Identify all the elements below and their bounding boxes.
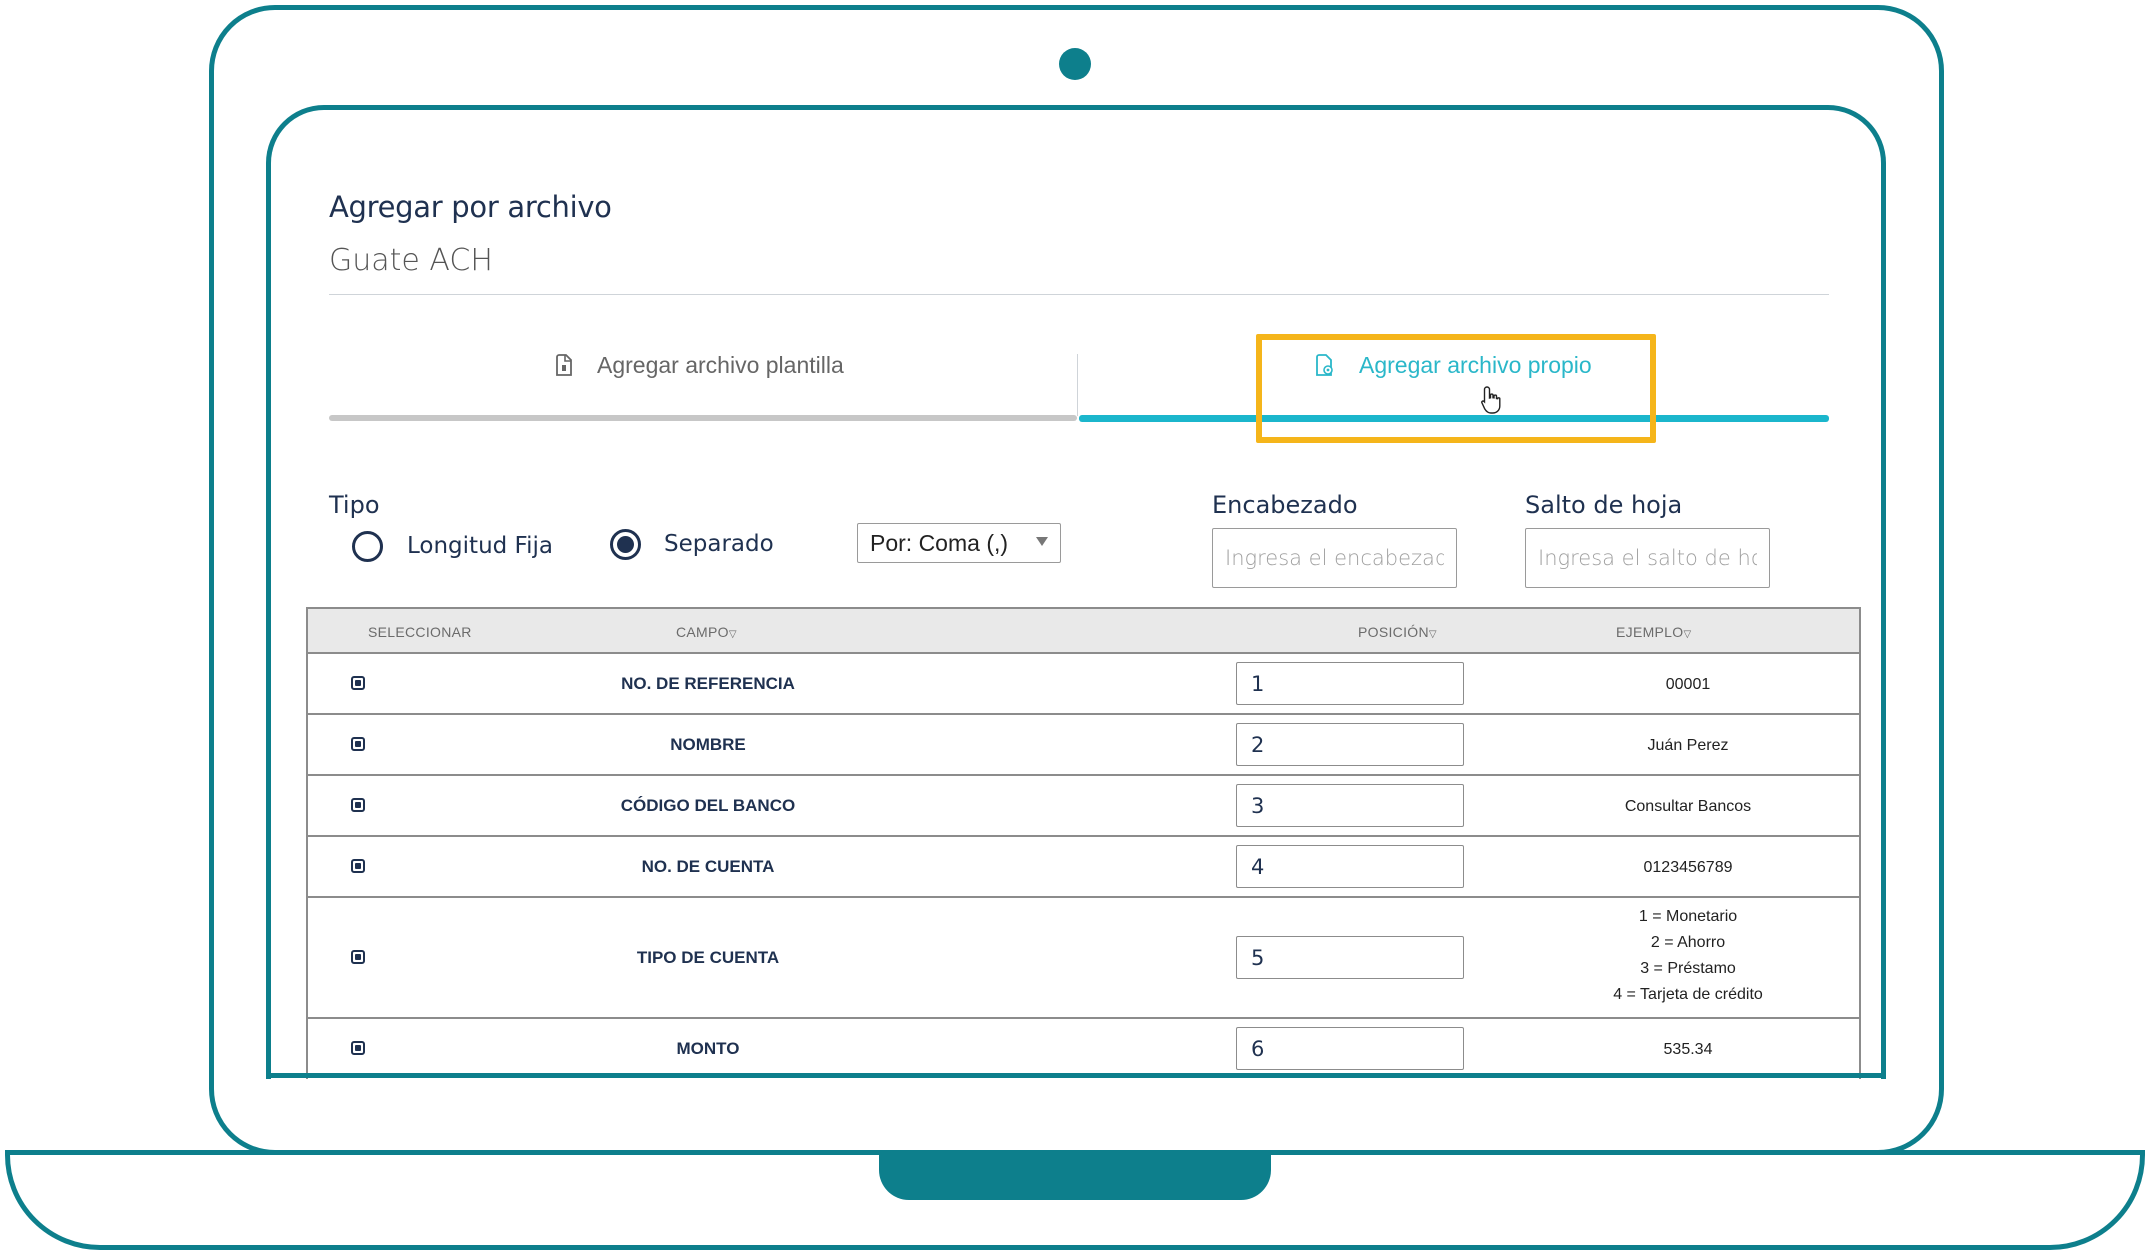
position-input[interactable] — [1236, 845, 1464, 888]
radio-separado-label: Separado — [664, 531, 774, 557]
title-divider — [329, 294, 1829, 295]
row-checkbox[interactable] — [351, 950, 365, 964]
file-icon — [555, 353, 573, 377]
cell-example: 00001 — [1665, 676, 1711, 693]
cell-example: Juán Perez — [1647, 737, 1729, 754]
example-line: 2 = Ahorro — [1650, 934, 1726, 951]
encabezado-label: Encabezado — [1212, 491, 1358, 519]
table-row: MONTO 535.34 — [308, 1019, 1859, 1079]
cell-field: NO. DE REFERENCIA — [621, 674, 795, 693]
cell-field: MONTO — [676, 1039, 740, 1058]
header-field[interactable]: CAMPO▽ — [676, 624, 737, 640]
header-position[interactable]: POSICIÓN▽ — [1358, 624, 1437, 640]
tab-template-label: Agregar archivo plantilla — [597, 351, 844, 378]
salto-input[interactable] — [1525, 528, 1770, 588]
position-input[interactable] — [1236, 1027, 1464, 1070]
example-line: 3 = Préstamo — [1640, 960, 1736, 977]
hand-cursor-icon — [1479, 385, 1505, 420]
cell-field: TIPO DE CUENTA — [636, 948, 780, 967]
laptop-notch — [879, 1150, 1271, 1200]
row-checkbox[interactable] — [351, 859, 365, 873]
table-row: NO. DE CUENTA 0123456789 — [308, 837, 1859, 898]
highlight-box — [1256, 334, 1656, 443]
cell-example: 535.34 — [1663, 1041, 1713, 1058]
camera-dot — [1059, 48, 1091, 80]
fields-table: SELECCIONAR CAMPO▽ POSICIÓN▽ EJEMPLO▽ NO… — [306, 607, 1861, 1079]
separator-select-value: Por: Coma (,) — [870, 529, 1009, 556]
cell-example: Consultar Bancos — [1624, 798, 1752, 815]
sort-icon: ▽ — [1683, 629, 1692, 640]
table-row: TIPO DE CUENTA 1 = Monetario 2 = Ahorro … — [308, 898, 1859, 1019]
screen-content: Agregar por archivo Guate ACH Agregar ar… — [271, 110, 1881, 1079]
sort-icon: ▽ — [728, 629, 737, 640]
cell-field: NO. DE CUENTA — [641, 857, 775, 876]
table-row: CÓDIGO DEL BANCO Consultar Bancos — [308, 776, 1859, 837]
page-subtitle: Guate ACH — [329, 243, 493, 278]
tab-separator — [1077, 354, 1078, 416]
row-checkbox[interactable] — [351, 737, 365, 751]
position-input[interactable] — [1236, 936, 1464, 979]
salto-label: Salto de hoja — [1525, 491, 1683, 519]
tab-indicator-inactive — [329, 415, 1077, 421]
separator-select[interactable]: Por: Coma (,) — [857, 523, 1061, 563]
position-input[interactable] — [1236, 784, 1464, 827]
page-title: Agregar por archivo — [329, 190, 612, 224]
table-row: NOMBRE Juán Perez — [308, 715, 1859, 776]
cell-example-multiline: 1 = Monetario 2 = Ahorro 3 = Préstamo 4 … — [1558, 904, 1818, 1008]
cell-field: CÓDIGO DEL BANCO — [620, 796, 796, 815]
row-checkbox[interactable] — [351, 798, 365, 812]
position-input[interactable] — [1236, 723, 1464, 766]
position-input[interactable] — [1236, 662, 1464, 705]
chevron-down-icon — [1036, 537, 1048, 546]
radio-longitud-fija[interactable] — [352, 531, 383, 562]
tab-template-file[interactable]: Agregar archivo plantilla — [555, 350, 844, 380]
cell-field: NOMBRE — [670, 735, 746, 754]
example-line: 4 = Tarjeta de crédito — [1613, 986, 1763, 1003]
tipo-label: Tipo — [329, 491, 380, 519]
example-line: 1 = Monetario — [1638, 908, 1738, 925]
header-select: SELECCIONAR — [368, 624, 472, 640]
table-row: NO. DE REFERENCIA 00001 — [308, 654, 1859, 715]
encabezado-input[interactable] — [1212, 528, 1457, 588]
sort-icon: ▽ — [1428, 629, 1437, 640]
row-checkbox[interactable] — [351, 1041, 365, 1055]
radio-separado[interactable] — [610, 529, 641, 560]
table-header: SELECCIONAR CAMPO▽ POSICIÓN▽ EJEMPLO▽ — [308, 609, 1859, 654]
laptop-screen: Agregar por archivo Guate ACH Agregar ar… — [266, 105, 1886, 1079]
screen-bottom-edge — [266, 1073, 1886, 1078]
header-example[interactable]: EJEMPLO▽ — [1616, 624, 1691, 640]
radio-longitud-fija-label: Longitud Fija — [407, 533, 553, 559]
row-checkbox[interactable] — [351, 676, 365, 690]
cell-example: 0123456789 — [1643, 859, 1733, 876]
